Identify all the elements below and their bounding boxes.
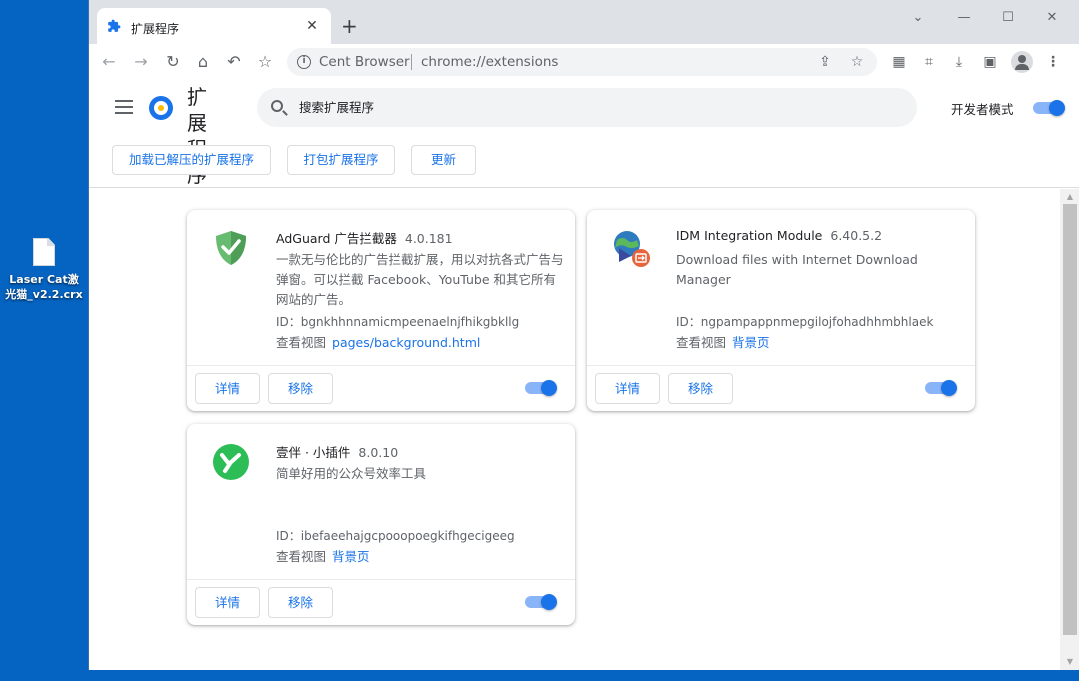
details-button[interactable]: 详情 [595,373,660,404]
details-button[interactable]: 详情 [195,373,260,404]
scroll-up-arrow-icon[interactable]: ▲ [1064,192,1076,202]
share-icon[interactable]: ⇪ [815,52,835,72]
extension-description: 一款无与伦比的广告拦截扩展，用以对抗各式广告与弹窗。可以拦截 Facebook、… [276,252,564,307]
address-divider [411,54,412,70]
extension-version: 8.0.10 [358,445,399,460]
extension-card-yiban: 壹伴 · 小插件 8.0.10 简单好用的公众号效率工具 ID：ibefaeeha… [187,424,575,625]
extension-enable-toggle[interactable] [525,380,557,396]
browser-toolbar: ← → ↻ ⌂ ↶ ☆ i Cent Browser chrome://exte… [89,44,1079,80]
apps-grid-icon[interactable]: ▦ [887,50,911,74]
page-scrollbar[interactable]: ▲ ▼ [1060,189,1079,670]
minimize-button[interactable]: — [941,8,987,28]
close-window-button[interactable]: ✕ [1029,8,1075,28]
tab-search-icon[interactable]: ⌄ [895,8,941,28]
extension-name-line: AdGuard 广告拦截器 4.0.181 [276,228,453,247]
desktop-file-name: Laser Cat激光猫_v2.2.crx [5,273,83,301]
scroll-down-arrow-icon[interactable]: ▼ [1064,657,1076,667]
bookmark-star-icon[interactable]: ☆ [253,50,277,74]
inspect-view-link[interactable]: 背景页 [732,335,770,350]
load-unpacked-button[interactable]: 加载已解压的扩展程序 [112,145,271,175]
forward-icon[interactable]: → [129,50,153,74]
extension-id: ID：bgnkhhnnamicmpeenaelnjfhikgbkllg [276,315,520,329]
bookmark-page-icon[interactable]: ☆ [847,52,867,72]
menu-kebab-icon[interactable]: ⋮ [1041,50,1065,74]
tab-extensions[interactable]: 扩展程序 ✕ [97,8,331,44]
title-bar: 扩展程序 ✕ + ⌄ — ☐ ✕ [89,0,1079,44]
extension-name: 壹伴 · 小插件 [276,445,351,460]
hamburger-menu-icon[interactable] [115,100,133,114]
tab-close-icon[interactable]: ✕ [303,17,321,35]
inspect-view-link[interactable]: pages/background.html [332,335,480,350]
search-bar[interactable] [257,88,917,127]
extension-version: 4.0.181 [404,231,453,246]
extension-id: ID：ngpampappnmepgilojfohadhhmbhlaek [676,315,934,329]
remove-button[interactable]: 移除 [268,373,333,404]
site-name: Cent Browser [319,54,410,70]
update-button[interactable]: 更新 [411,145,476,175]
search-input[interactable] [299,97,859,117]
back-icon[interactable]: ← [97,50,121,74]
extension-card-adguard: AdGuard 广告拦截器 4.0.181 一款无与伦比的广告拦截扩展，用以对抗各… [187,210,575,411]
maximize-button[interactable]: ☐ [985,8,1031,28]
extension-description: 简单好用的公众号效率工具 [276,466,427,481]
inspect-views: 查看视图 背景页 [276,546,370,565]
inspect-views-label: 查看视图 [276,549,327,564]
inspect-views-label: 查看视图 [276,335,327,350]
dev-mode-label: 开发者模式 [951,102,1014,117]
inspect-views-label: 查看视图 [676,335,727,350]
remove-button[interactable]: 移除 [668,373,733,404]
pack-extension-button[interactable]: 打包扩展程序 [287,145,395,175]
extension-card-idm: IDM Integration Module 6.40.5.2 Download … [587,210,975,411]
info-icon[interactable]: i [297,55,311,69]
card-divider [187,579,575,580]
extension-version: 6.40.5.2 [830,228,883,243]
remove-button[interactable]: 移除 [268,587,333,618]
desktop-file-crx[interactable]: Laser Cat激光猫_v2.2.crx [4,238,84,302]
extension-name: IDM Integration Module [676,228,823,243]
card-divider [187,365,575,366]
puzzle-icon [108,19,121,32]
extension-id: ID：ibefaeehajgcpooopoegkifhgecigeeg [276,529,515,543]
inspect-views: 查看视图 背景页 [676,332,770,351]
side-panel-icon[interactable]: ▣ [978,50,1002,74]
extension-enable-toggle[interactable] [925,380,957,396]
tab-title: 扩展程序 [131,22,180,36]
extension-name-line: IDM Integration Module 6.40.5.2 [676,228,882,243]
download-icon[interactable]: ⤓ [947,50,971,74]
scrollbar-thumb[interactable] [1063,204,1077,635]
url-text[interactable]: chrome://extensions [421,54,558,70]
profile-avatar[interactable] [1011,51,1033,73]
reload-icon[interactable]: ↻ [161,50,185,74]
extension-name: AdGuard 广告拦截器 [276,231,397,246]
undo-close-icon[interactable]: ↶ [222,50,246,74]
new-tab-button[interactable]: + [341,16,358,36]
adguard-shield-icon [216,231,246,265]
idm-globe-icon [614,231,650,267]
extension-name-line: 壹伴 · 小插件 8.0.10 [276,442,398,461]
details-button[interactable]: 详情 [195,587,260,618]
inspect-views: 查看视图 pages/background.html [276,332,480,351]
inspect-view-link[interactable]: 背景页 [332,549,370,564]
dev-mode-toggle[interactable] [1033,100,1065,116]
yiban-logo-icon [213,444,249,480]
extension-description: Download files with Internet Download Ma… [676,252,918,287]
extensions-logo-icon [149,96,173,120]
extensions-list: AdGuard 广告拦截器 4.0.181 一款无与伦比的广告拦截扩展，用以对抗各… [89,189,1060,670]
extension-enable-toggle[interactable] [525,594,557,610]
crop-icon[interactable]: ⌗ [917,50,941,74]
extensions-header: 扩展程序 开发者模式 加载已解压的扩展程序 打包扩展程序 更新 [89,80,1079,188]
home-icon[interactable]: ⌂ [191,50,215,74]
card-divider [587,365,975,366]
browser-window: 扩展程序 ✕ + ⌄ — ☐ ✕ ← → ↻ ⌂ ↶ ☆ i Cent Brow… [88,0,1079,670]
search-icon [271,100,283,112]
file-icon [33,238,55,266]
address-bar[interactable]: i Cent Browser chrome://extensions ⇪ ☆ [287,48,877,76]
